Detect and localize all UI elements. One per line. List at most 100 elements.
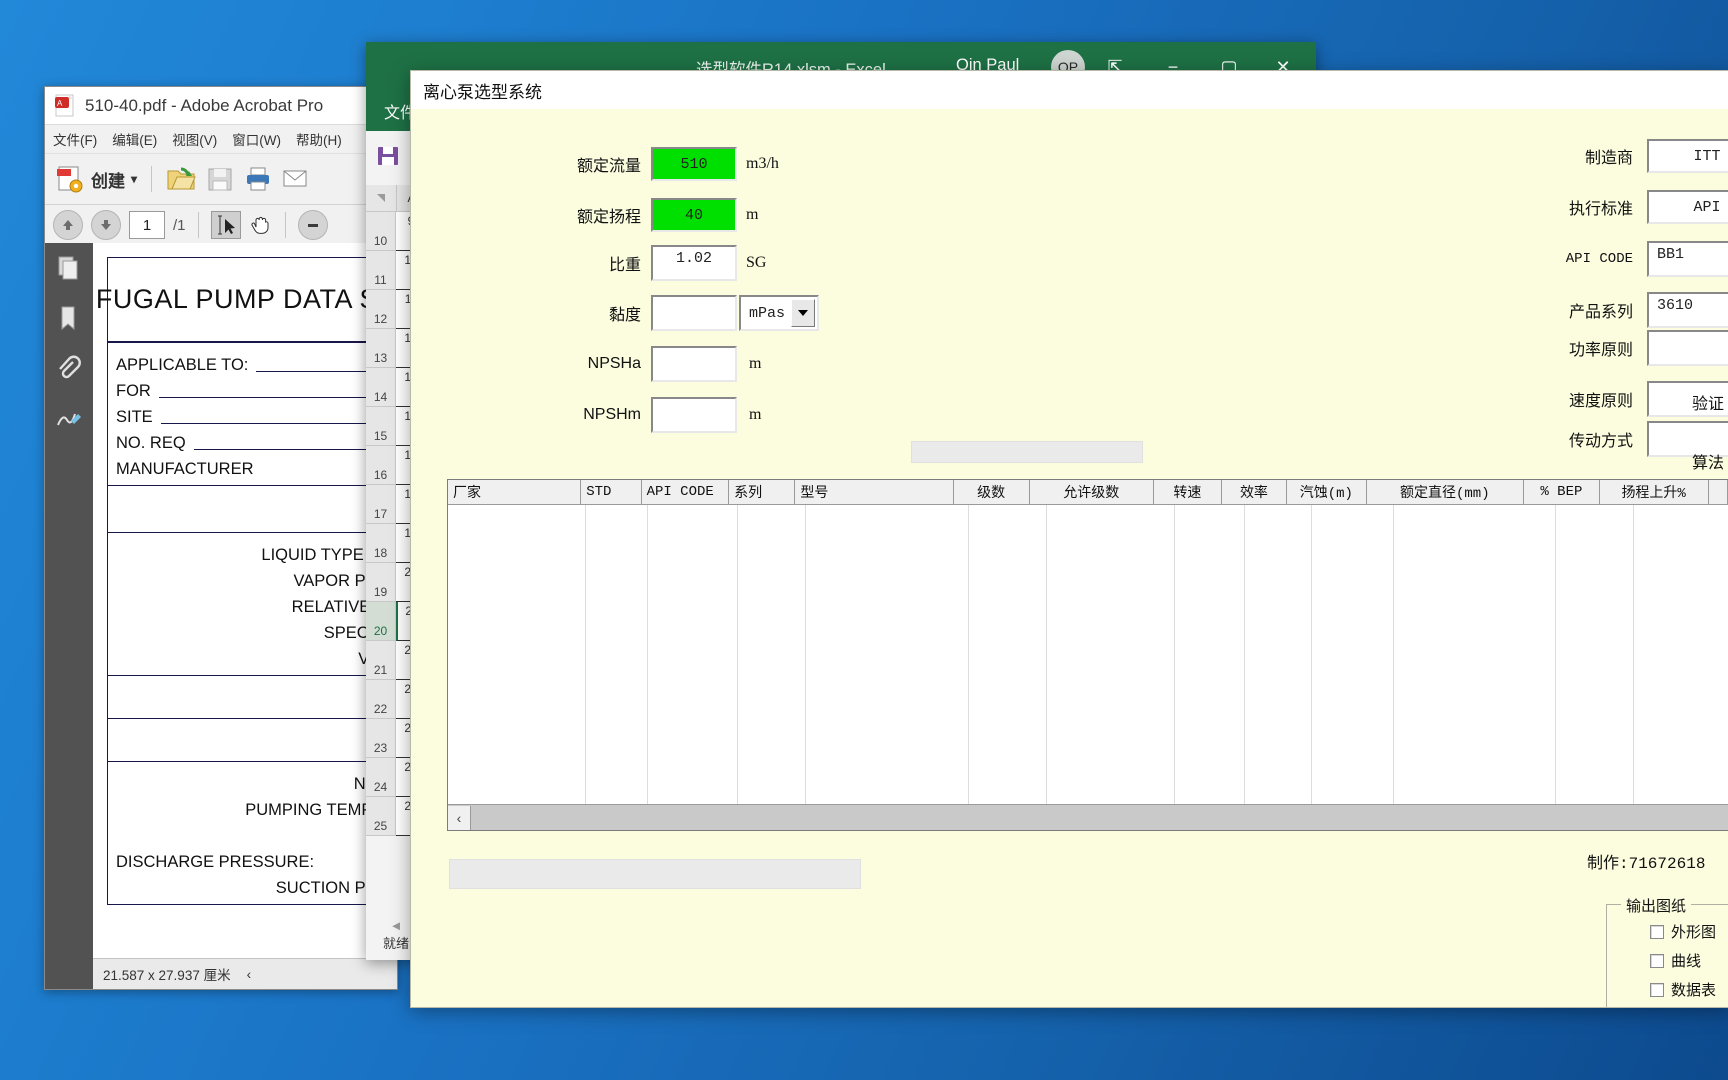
column-header-series[interactable]: 系列: [729, 480, 796, 504]
page-up-icon[interactable]: [53, 210, 83, 240]
excel-row-header[interactable]: 21: [366, 641, 396, 680]
signature-icon[interactable]: [55, 405, 83, 433]
product-series-select[interactable]: 3610: [1647, 292, 1728, 328]
column-header-extra[interactable]: [1709, 480, 1728, 504]
viscosity-input[interactable]: [651, 295, 737, 331]
output-drawings-legend: 输出图纸: [1621, 895, 1692, 916]
status-prev-arrow-icon[interactable]: ‹: [247, 967, 252, 982]
excel-row-header[interactable]: 14: [366, 368, 396, 407]
column-header-bep[interactable]: % BEP: [1524, 480, 1600, 504]
label-algorithm: 算法: [1692, 455, 1725, 472]
field-unit: m: [746, 206, 759, 223]
manufacturer-select[interactable]: ITT: [1647, 139, 1728, 173]
page-thumbnails-icon[interactable]: [55, 255, 83, 283]
checkbox-data-table[interactable]: 数据表: [1650, 979, 1716, 1000]
excel-row-header[interactable]: 24: [366, 758, 396, 797]
checkbox-curve[interactable]: 曲线: [1650, 950, 1701, 971]
checkbox-label: 外形图: [1671, 924, 1717, 941]
results-table-body[interactable]: [448, 505, 1728, 805]
checkbox-outline-drawing[interactable]: 外形图: [1650, 921, 1716, 942]
print-icon[interactable]: [244, 165, 272, 193]
email-icon[interactable]: [282, 167, 308, 191]
excel-row-header[interactable]: 19: [366, 563, 396, 602]
specific-gravity-input[interactable]: 1.02: [651, 245, 737, 281]
checkbox-box[interactable]: [1650, 953, 1664, 968]
excel-row-header[interactable]: 17: [366, 485, 396, 524]
label-verification: 验证: [1692, 396, 1725, 413]
results-table-hscrollbar[interactable]: ‹: [448, 804, 1728, 830]
pdf-field-line: [158, 396, 397, 398]
field-viscosity: 黏度 mPas: [531, 295, 819, 331]
menu-window[interactable]: 窗口(W): [232, 129, 281, 149]
page-dimensions-label: 21.587 x 27.937 厘米: [103, 968, 231, 983]
column-header-stages[interactable]: 级数: [954, 480, 1030, 504]
column-header-efficiency[interactable]: 效率: [1222, 480, 1287, 504]
acrobat-toolbar-navigation[interactable]: 1 /1: [45, 205, 397, 246]
api-code-select[interactable]: BB1: [1647, 241, 1728, 277]
menu-help[interactable]: 帮助(H): [296, 129, 342, 149]
field-unit: SG: [746, 254, 767, 271]
chevron-down-icon[interactable]: [791, 299, 815, 327]
menu-file[interactable]: 文件(F): [53, 129, 97, 149]
sheet-prev-arrow-icon[interactable]: ◄: [390, 918, 403, 933]
menu-edit[interactable]: 编辑(E): [112, 129, 157, 149]
excel-row-header[interactable]: 12: [366, 290, 396, 329]
column-header-model[interactable]: 型号: [795, 480, 954, 504]
column-header-speed[interactable]: 转速: [1154, 480, 1222, 504]
page-down-icon[interactable]: [91, 210, 121, 240]
scroll-left-arrow-icon[interactable]: ‹: [448, 805, 471, 830]
acrobat-side-rail[interactable]: [45, 243, 93, 989]
create-button[interactable]: 创建 ▾: [55, 164, 137, 194]
column-header-api-code[interactable]: API CODE: [642, 480, 730, 504]
excel-row-header-column[interactable]: 10 11 12 13 14 15 16 17 18 19 20 21 22 2…: [366, 212, 396, 836]
excel-row-header[interactable]: 11: [366, 251, 396, 290]
excel-row-header[interactable]: 23: [366, 719, 396, 758]
zoom-out-icon[interactable]: [297, 210, 328, 240]
excel-row-header[interactable]: 16: [366, 446, 396, 485]
open-file-icon[interactable]: [166, 165, 196, 193]
maker-text: 制作:71672618: [1587, 855, 1706, 873]
column-header-cavitation[interactable]: 汽蚀(m): [1287, 480, 1367, 504]
checkbox-box[interactable]: [1650, 982, 1664, 997]
excel-row-header[interactable]: 22: [366, 680, 396, 719]
select-all-icon[interactable]: [366, 185, 397, 211]
menu-view[interactable]: 视图(V): [172, 129, 217, 149]
viscosity-unit-select[interactable]: mPas: [739, 295, 819, 331]
select-tool-icon[interactable]: [210, 211, 241, 239]
attachments-icon[interactable]: [55, 355, 83, 383]
dialog-title-text: 离心泵选型系统: [423, 82, 542, 102]
excel-row-header[interactable]: 13: [366, 329, 396, 368]
acrobat-menu-bar[interactable]: 文件(F) 编辑(E) 视图(V) 窗口(W) 帮助(H): [45, 125, 397, 154]
save-icon[interactable]: [206, 165, 234, 193]
pdf-field-label: MANUFACTURER: [116, 460, 254, 478]
field-label: NPSHm: [583, 406, 641, 423]
pdf-liquid-row: RELATIVE DENSITY:: [291, 598, 397, 616]
excel-row-header[interactable]: 15: [366, 407, 396, 446]
npsha-input[interactable]: [651, 346, 737, 382]
page-number-input[interactable]: 1: [129, 211, 165, 239]
create-document-icon: [57, 166, 83, 193]
column-header-head-rise[interactable]: 扬程上升%: [1600, 480, 1709, 504]
excel-row-header-selected[interactable]: 20: [366, 602, 396, 641]
excel-row-header[interactable]: 25: [366, 797, 396, 836]
bookmarks-icon[interactable]: [55, 305, 83, 333]
excel-save-icon[interactable]: [376, 144, 400, 173]
checkbox-box[interactable]: [1650, 924, 1664, 939]
excel-row-header[interactable]: 10: [366, 212, 396, 251]
rated-head-input[interactable]: 40: [651, 198, 737, 232]
column-header-allowed-stages[interactable]: 允许级数: [1030, 480, 1154, 504]
acrobat-toolbar-primary[interactable]: 创建 ▾: [45, 154, 397, 205]
npshm-input[interactable]: [651, 397, 737, 433]
field-api-code: API CODE BB1: [1541, 241, 1728, 277]
results-table[interactable]: 厂家 STD API CODE 系列 型号 级数 允许级数 转速 效率 汽蚀(m…: [447, 479, 1728, 831]
column-header-manufacturer[interactable]: 厂家: [448, 480, 582, 504]
excel-row-header[interactable]: 18: [366, 524, 396, 563]
rated-flow-input[interactable]: 510: [651, 147, 737, 181]
acrobat-window[interactable]: A 510-40.pdf - Adobe Acrobat Pro 文件(F) 编…: [44, 86, 398, 990]
column-header-rated-diameter[interactable]: 额定直径(mm): [1367, 480, 1524, 504]
column-header-std[interactable]: STD: [581, 480, 642, 504]
hand-tool-icon[interactable]: [249, 213, 273, 237]
standard-select[interactable]: API: [1647, 190, 1728, 224]
pump-selection-dialog[interactable]: 离心泵选型系统 额定流量 510 m3/h 额定扬程 40 m 比重 1.02 …: [410, 70, 1728, 1008]
power-rule-select[interactable]: [1647, 330, 1728, 366]
